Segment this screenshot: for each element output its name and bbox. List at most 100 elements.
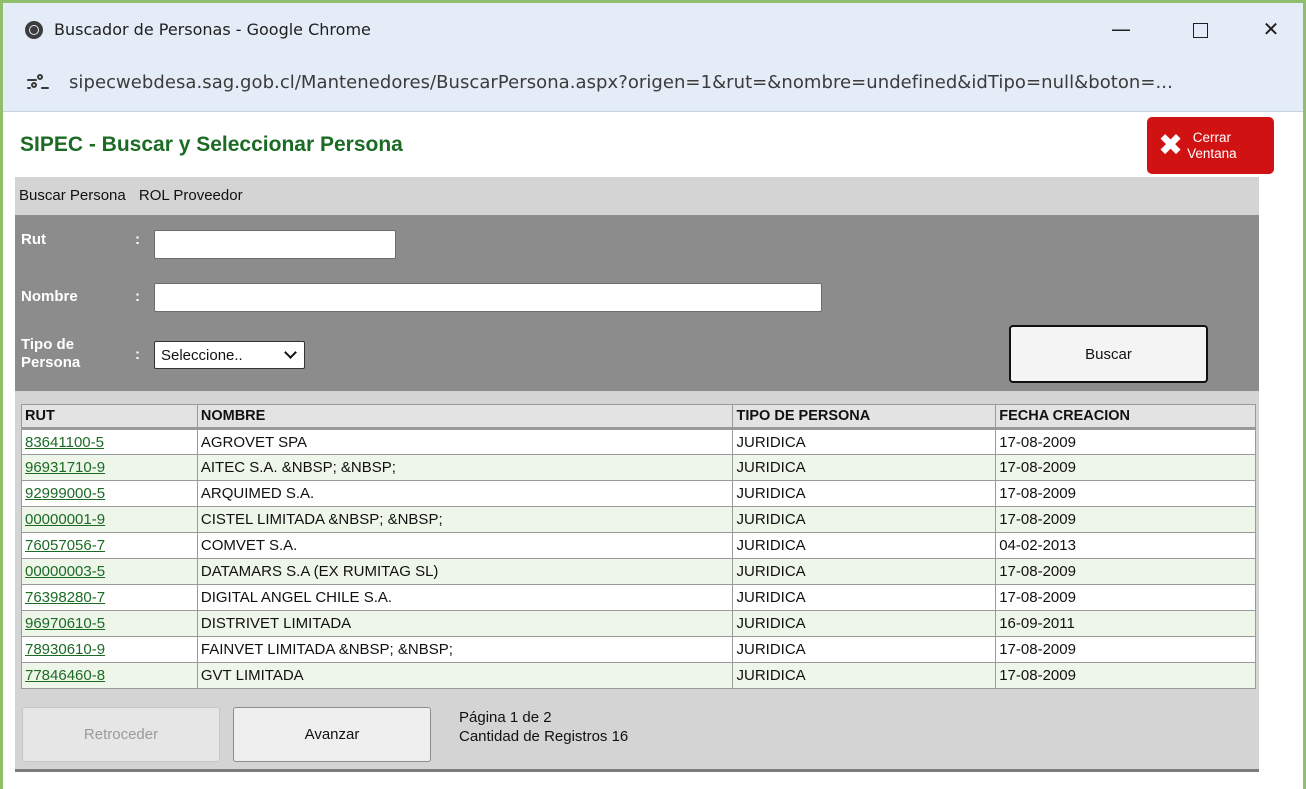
table-row: 96931710-9 AITEC S.A. &NBSP; &NBSP; JURIDI… [21, 454, 1256, 481]
fecha-cell: 17-08-2009 [995, 428, 1256, 455]
rut-cell: 96970610-5 [21, 610, 198, 637]
nombre-cell: DIGITAL ANGEL CHILE S.A. [196, 584, 734, 611]
table-row: 78930610-9 FAINVET LIMITADA &NBSP; &NBSP;… [21, 636, 1256, 663]
browser-window: Buscador de Personas - Google Chrome — ✕… [0, 0, 1306, 789]
fecha-cell: 17-08-2009 [995, 480, 1256, 507]
page-content: SIPEC - Buscar y Seleccionar Persona ✖ C… [3, 113, 1303, 789]
site-settings-icon[interactable] [27, 74, 49, 94]
tipo-cell: JURIDICA [732, 506, 997, 533]
rut-cell: 76398280-7 [21, 584, 198, 611]
rut-link[interactable]: 92999000-5 [25, 485, 105, 502]
url-text[interactable]: sipecwebdesa.sag.gob.cl/Mantenedores/Bus… [69, 72, 1173, 93]
fecha-cell: 04-02-2013 [995, 532, 1256, 559]
nombre-colon: : [135, 288, 140, 305]
tipo-cell: JURIDICA [732, 662, 997, 689]
nombre-cell: DISTRIVET LIMITADA [196, 610, 734, 637]
column-header: TIPO DE PERSONA [732, 404, 997, 430]
record-count: Cantidad de Registros 16 [459, 728, 629, 745]
tipo-label-line2: Persona [21, 354, 81, 371]
rut-link[interactable]: 77846460-8 [25, 667, 105, 684]
rut-cell: 00000001-9 [21, 506, 198, 533]
search-button[interactable]: Buscar [1009, 325, 1208, 383]
rut-cell: 77846460-8 [21, 662, 198, 689]
pager: Retroceder Avanzar Página 1 de 2 Cantida… [15, 691, 1259, 769]
table-row: 00000003-5 DATAMARS S.A (EX RUMITAG SL) JU… [21, 558, 1256, 585]
fecha-cell: 17-08-2009 [995, 662, 1256, 689]
close-window-button[interactable]: ✖ Cerrar Ventana [1147, 117, 1274, 174]
tipo-persona-label: Tipo de Persona [21, 336, 80, 372]
table-row: 77846460-8 GVT LIMITADA JURIDICA 17-08-2009 [21, 662, 1256, 689]
rut-cell: 78930610-9 [21, 636, 198, 663]
tipo-cell: JURIDICA [732, 428, 997, 455]
table-row: 76398280-7 DIGITAL ANGEL CHILE S.A. JURIDI… [21, 584, 1256, 611]
title-bar: Buscador de Personas - Google Chrome — ✕ [3, 3, 1303, 56]
rut-link[interactable]: 76398280-7 [25, 589, 105, 606]
section-role: ROL Proveedor [138, 187, 243, 204]
prev-page-button[interactable]: Retroceder [22, 707, 220, 762]
column-header: FECHA CREACION [995, 404, 1256, 430]
next-page-button[interactable]: Avanzar [233, 707, 431, 762]
rut-link[interactable]: 78930610-9 [25, 641, 105, 658]
minimize-button[interactable]: — [1106, 17, 1136, 41]
rut-cell: 92999000-5 [21, 480, 198, 507]
fecha-cell: 17-08-2009 [995, 506, 1256, 533]
tipo-cell: JURIDICA [732, 558, 997, 585]
rut-link[interactable]: 96931710-9 [25, 459, 105, 476]
close-label-line1: Cerrar [1192, 129, 1232, 145]
chevron-down-icon [284, 346, 297, 359]
tipo-cell: JURIDICA [732, 454, 997, 481]
rut-cell: 96931710-9 [21, 454, 198, 481]
close-window-label: Cerrar Ventana [1187, 130, 1237, 162]
site-globe-icon [25, 20, 43, 39]
address-bar: sipecwebdesa.sag.gob.cl/Mantenedores/Bus… [3, 56, 1303, 112]
table-row: 96970610-5 DISTRIVET LIMITADA JURIDICA 16-0… [21, 610, 1256, 637]
table-row: 00000001-9 CISTEL LIMITADA &NBSP; &NBSP; J… [21, 506, 1256, 533]
fecha-cell: 17-08-2009 [995, 636, 1256, 663]
tipo-cell: JURIDICA [732, 584, 997, 611]
rut-input[interactable] [154, 230, 396, 259]
search-panel: Buscar Persona ROL Proveedor Rut : Nombr… [15, 177, 1259, 769]
rut-link[interactable]: 83641100-5 [25, 434, 104, 451]
tipo-cell: JURIDICA [732, 532, 997, 559]
section-title: Buscar Persona [19, 187, 126, 204]
table-row: 76057056-7 COMVET S.A. JURIDICA 04-02-2013 [21, 532, 1256, 559]
page-title: SIPEC - Buscar y Seleccionar Persona [20, 133, 403, 156]
table-header-row: RUT NOMBRE TIPO DE PERSONA FECHA CREACION [21, 404, 1256, 430]
results-table: RUT NOMBRE TIPO DE PERSONA FECHA CREACION 8… [21, 404, 1256, 689]
rut-link[interactable]: 00000001-9 [25, 511, 105, 528]
page-info: Página 1 de 2 [459, 709, 552, 726]
nombre-cell: AGROVET SPA [196, 428, 734, 455]
rut-link[interactable]: 00000003-5 [25, 563, 105, 580]
nombre-cell: ARQUIMED S.A. [196, 480, 734, 507]
column-header: NOMBRE [196, 404, 734, 430]
nombre-input[interactable] [154, 283, 822, 312]
fecha-cell: 16-09-2011 [995, 610, 1256, 637]
tipo-cell: JURIDICA [732, 636, 997, 663]
tipo-colon: : [135, 346, 140, 363]
rut-cell: 83641100-5 [21, 428, 198, 455]
rut-cell: 76057056-7 [21, 532, 198, 559]
close-window-icon[interactable]: ✕ [1256, 17, 1286, 41]
section-header: Buscar Persona ROL Proveedor [19, 187, 252, 204]
table-row: 83641100-5 AGROVET SPA JURIDICA 17-08-2009 [21, 428, 1256, 455]
maximize-button[interactable] [1185, 17, 1215, 41]
x-icon: ✖ [1158, 127, 1184, 163]
tipo-persona-select[interactable]: Seleccione.. [154, 341, 305, 369]
tipo-cell: JURIDICA [732, 610, 997, 637]
rut-label: Rut [21, 231, 46, 248]
rut-colon: : [135, 231, 140, 248]
table-row: 92999000-5 ARQUIMED S.A. JURIDICA 17-08-200… [21, 480, 1256, 507]
fecha-cell: 17-08-2009 [995, 454, 1256, 481]
close-label-line2: Ventana [1187, 145, 1237, 161]
nombre-cell: DATAMARS S.A (EX RUMITAG SL) [196, 558, 734, 585]
fecha-cell: 17-08-2009 [995, 558, 1256, 585]
pager-info: Página 1 de 2 Cantidad de Registros 16 [459, 708, 628, 746]
rut-link[interactable]: 76057056-7 [25, 537, 105, 554]
column-header: RUT [21, 404, 198, 430]
panel-bottom-divider [15, 769, 1259, 772]
rut-link[interactable]: 96970610-5 [25, 615, 105, 632]
nombre-cell: GVT LIMITADA [196, 662, 734, 689]
window-title: Buscador de Personas - Google Chrome [54, 20, 371, 39]
nombre-label: Nombre [21, 288, 78, 305]
tipo-cell: JURIDICA [732, 480, 997, 507]
